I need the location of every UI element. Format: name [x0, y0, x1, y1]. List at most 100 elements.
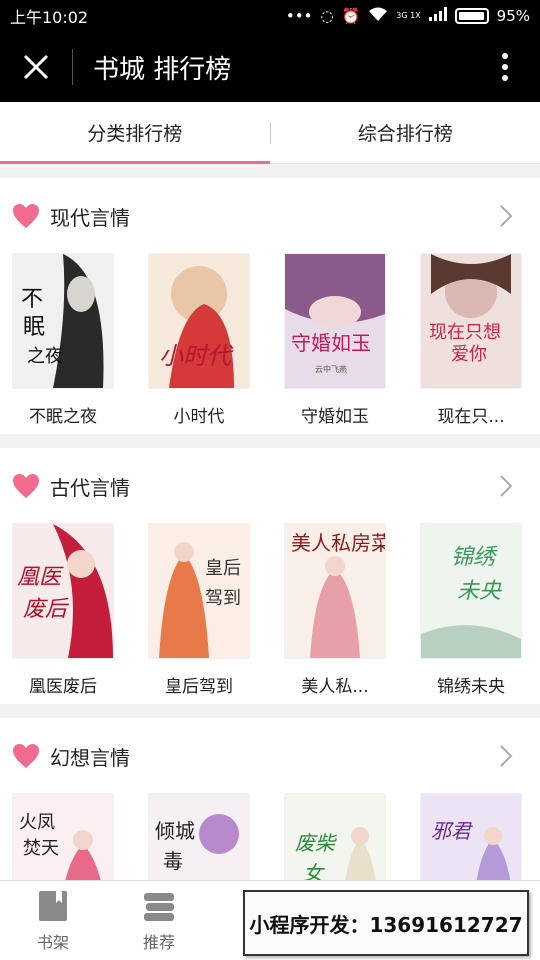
svg-text:焚天: 焚天 [23, 838, 59, 859]
book-list: 火凤焚天 倾城毒 废柴女 邪君 [0, 794, 540, 880]
svg-text:锦绣: 锦绣 [451, 545, 498, 570]
svg-text:毒: 毒 [163, 849, 183, 873]
book-title: 小时代 [173, 407, 225, 427]
book-item[interactable]: 皇后 驾到 皇后驾到 [149, 524, 249, 697]
book-title: 凰医废后 [29, 677, 97, 697]
svg-text:火凤: 火凤 [19, 812, 55, 833]
signal-icon [428, 7, 447, 25]
chevron-right-icon[interactable] [486, 196, 526, 236]
nav-label: 书架 [36, 932, 69, 952]
book-cover[interactable]: 皇后 驾到 [149, 524, 249, 658]
book-item[interactable]: 现在只想 爱你 现在只... [421, 254, 521, 427]
nav-recommend[interactable]: 推荐 [106, 881, 212, 960]
book-cover[interactable]: 现在只想 爱你 [421, 254, 521, 388]
svg-text:爱你: 爱你 [451, 344, 487, 365]
svg-text:废柴: 废柴 [295, 831, 337, 855]
page-title: 书城 排行榜 [93, 54, 232, 85]
section-header[interactable]: 幻想言情 [0, 718, 540, 794]
book-item[interactable]: 不眠之夜 不眠之夜 [13, 254, 113, 427]
svg-text:邪君: 邪君 [431, 819, 474, 843]
book-cover[interactable]: 倾城毒 [149, 794, 249, 880]
book-item[interactable]: 守婚如玉 云中飞燕 守婚如玉 [285, 254, 385, 427]
nav-bookshelf[interactable]: 书架 [0, 881, 106, 960]
alarm-icon: ⏰ [341, 7, 361, 25]
status-icons: ••• ◌ ⏰ 3G 1X 95% [286, 6, 530, 26]
section-header[interactable]: 现代言情 [0, 178, 540, 254]
heart-icon [13, 204, 39, 228]
section-title: 幻想言情 [50, 745, 130, 770]
section-header[interactable]: 古代言情 [0, 448, 540, 524]
nav-label: 推荐 [142, 932, 175, 952]
book-cover[interactable]: 小时代 [149, 254, 249, 388]
svg-text:之夜: 之夜 [27, 346, 63, 367]
book-title: 美人私... [301, 677, 369, 697]
book-item[interactable]: 邪君 [421, 794, 521, 880]
svg-text:美人私房菜: 美人私房菜 [291, 531, 385, 555]
more-menu-button[interactable] [470, 32, 540, 102]
book-item[interactable]: 凰医 废后 凰医废后 [13, 524, 113, 697]
svg-text:守婚如玉: 守婚如玉 [291, 331, 371, 355]
chevron-right-icon[interactable] [486, 466, 526, 506]
svg-text:未央: 未央 [457, 579, 502, 604]
book-item[interactable]: 美人私房菜 美人私... [285, 524, 385, 697]
status-time: 上午10:02 [10, 8, 89, 27]
book-item[interactable]: 锦绣 未央 锦绣未央 [421, 524, 521, 697]
more-dot [502, 75, 508, 81]
battery-percent: 95% [496, 7, 530, 25]
book-title: 守婚如玉 [301, 407, 369, 427]
book-list: 不眠之夜 不眠之夜 小时代 小时代 守婚如玉云中飞燕 守婚如玉 现在只想爱你 [0, 254, 540, 427]
status-bar: 上午10:02 ••• ◌ ⏰ 3G 1X 95% [0, 0, 540, 32]
svg-text:废后: 废后 [23, 597, 70, 622]
stack-icon [144, 892, 174, 921]
book-cover[interactable]: 锦绣未央 [421, 524, 521, 658]
section-title: 现代言情 [50, 205, 130, 230]
svg-text:皇后: 皇后 [205, 558, 241, 579]
network-label: 3G 1X [396, 11, 421, 20]
more-dots-icon: ••• [285, 7, 313, 25]
heart-icon [13, 474, 39, 498]
book-item[interactable]: 倾城毒 [149, 794, 249, 880]
book-title: 皇后驾到 [165, 677, 233, 697]
book-title: 不眠之夜 [29, 407, 97, 427]
book-cover[interactable]: 废柴女 [285, 794, 385, 880]
book-title: 锦绣未央 [437, 677, 505, 697]
section-modern-romance: 现代言情 不眠之夜 不眠之夜 小时代 小时代 守婚如玉 云中飞燕 守婚如玉 现在… [0, 178, 540, 434]
book-title: 现在只... [437, 407, 505, 427]
book-icon [39, 890, 67, 921]
ranking-tabs: 分类排行榜 综合排行榜 [0, 102, 540, 164]
section-fantasy-romance: 幻想言情 火凤 焚天 倾城毒 废柴女 邪君 [0, 718, 540, 880]
svg-text:不: 不 [21, 287, 43, 312]
battery-icon [454, 8, 489, 24]
sync-icon: ◌ [320, 7, 334, 25]
book-cover[interactable]: 守婚如玉 云中飞燕 [285, 254, 385, 388]
book-cover[interactable]: 火凤焚天 [13, 794, 113, 880]
book-cover[interactable]: 美人私房菜 [285, 524, 385, 658]
more-dot [502, 53, 508, 59]
book-cover[interactable]: 邪君 [421, 794, 521, 880]
close-button[interactable] [0, 32, 72, 102]
svg-text:眠: 眠 [23, 315, 45, 340]
book-item[interactable]: 小时代 小时代 [149, 254, 249, 427]
close-icon [23, 54, 49, 80]
tab-category-ranking[interactable]: 分类排行榜 [0, 102, 270, 164]
svg-text:女: 女 [303, 861, 325, 880]
svg-text:倾城: 倾城 [155, 819, 195, 843]
book-cover[interactable]: 凰医废后 [13, 524, 113, 658]
svg-text:云中飞燕: 云中飞燕 [315, 364, 347, 374]
more-dot [502, 64, 508, 70]
promo-banner: 小程序开发：13691612727 [243, 890, 529, 956]
svg-text:小时代: 小时代 [159, 342, 234, 370]
title-bar: 书城 排行榜 [0, 32, 540, 102]
book-cover[interactable]: 不眠之夜 [13, 254, 113, 388]
svg-text:现在只想: 现在只想 [429, 322, 501, 343]
book-item[interactable]: 废柴女 [285, 794, 385, 880]
book-item[interactable]: 火凤焚天 [13, 794, 113, 880]
section-title: 古代言情 [50, 475, 130, 500]
tab-overall-ranking[interactable]: 综合排行榜 [271, 102, 540, 163]
ranking-content[interactable]: 现代言情 不眠之夜 不眠之夜 小时代 小时代 守婚如玉 云中飞燕 守婚如玉 现在… [0, 164, 540, 880]
svg-text:凰医: 凰医 [17, 565, 64, 590]
heart-icon [13, 744, 39, 768]
svg-text:驾到: 驾到 [205, 588, 241, 609]
chevron-right-icon[interactable] [486, 736, 526, 776]
wifi-icon [368, 6, 388, 26]
